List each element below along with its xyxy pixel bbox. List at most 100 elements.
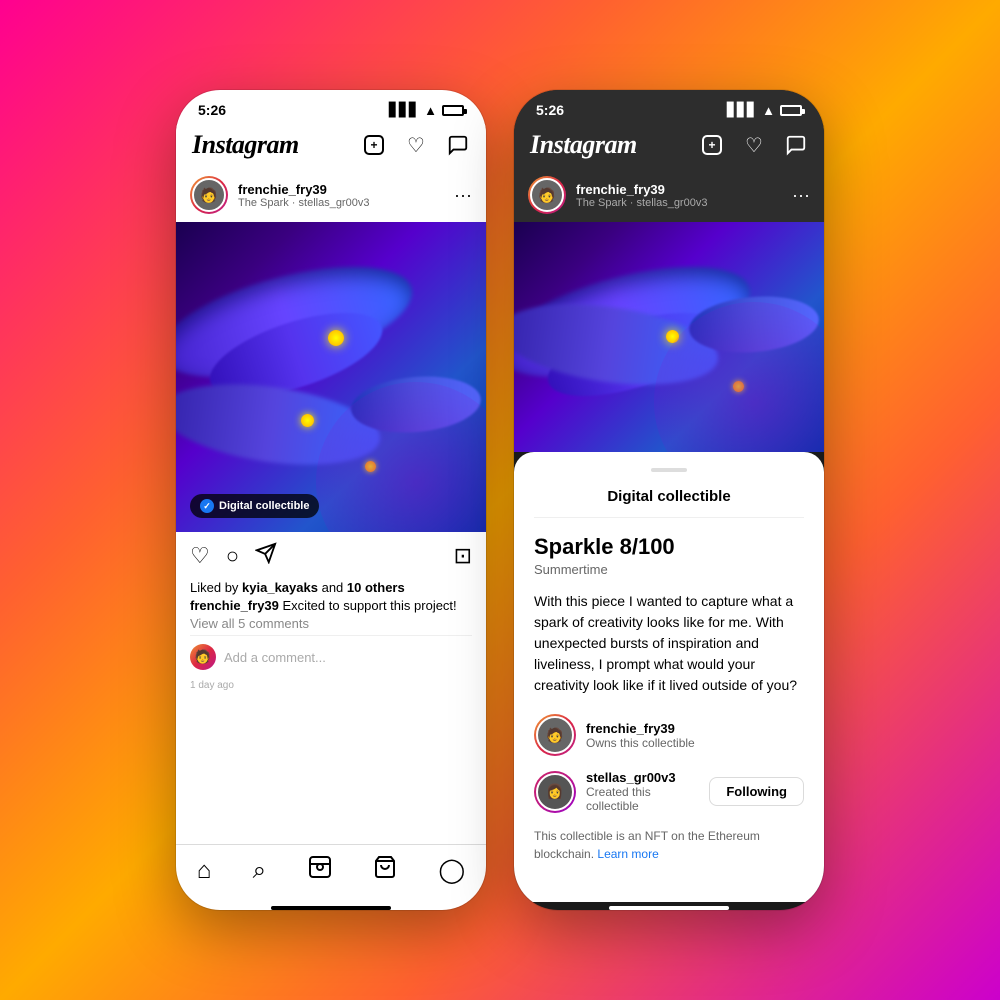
orb-1 [328, 330, 344, 346]
battery-icon-dark [780, 105, 802, 116]
post-user-info-dark: frenchie_fry39 The Spark · stellas_gr00v… [576, 182, 782, 209]
messenger-icon[interactable] [446, 133, 470, 157]
add-square-icon-dark: + [702, 135, 722, 155]
bookmark-icon[interactable]: ⊡ [454, 543, 472, 569]
wifi-icon-dark: ▲ [762, 103, 775, 118]
post-image-dark-clip [514, 222, 824, 452]
nft-owner-row: 🧑 frenchie_fry39 Owns this collectible [534, 714, 804, 756]
owner-username[interactable]: frenchie_fry39 [586, 721, 804, 736]
home-indicator-dark [609, 906, 729, 910]
nav-reels-icon[interactable] [308, 855, 332, 886]
notifications-icon-dark[interactable]: ♡ [742, 133, 766, 157]
timestamp: 1 day ago [176, 680, 486, 699]
instagram-logo-dark: Instagram [530, 130, 637, 160]
creator-info: stellas_gr00v3 Created this collectible [586, 770, 699, 813]
liked-by-label: Liked by [190, 580, 238, 595]
more-icon-dark[interactable]: ··· [792, 185, 810, 206]
post-avatar-dark[interactable]: 🧑 [528, 176, 566, 214]
image-shapes-dark [514, 222, 824, 452]
add-square-icon: + [364, 135, 384, 155]
owner-avatar-inner: 🧑 [536, 716, 574, 754]
messenger-icon-dark[interactable] [784, 133, 808, 157]
liked-by-user[interactable]: kyia_kayaks [242, 580, 318, 595]
creator-avatar[interactable]: 👩 [534, 771, 576, 813]
wifi-icon: ▲ [424, 103, 437, 118]
header-icons-dark: + ♡ [700, 133, 808, 157]
nav-search-icon[interactable]: ⌕ [253, 857, 266, 885]
add-post-icon-dark[interactable]: + [700, 133, 724, 157]
likes-line: Liked by kyia_kayaks and 10 others [190, 580, 472, 595]
signal-icon-dark: ▋▋▋ [727, 102, 757, 118]
status-icons-light: ▋▋▋ ▲ [389, 102, 464, 118]
owner-role: Owns this collectible [586, 736, 804, 750]
creator-role: Created this collectible [586, 785, 699, 813]
comment-input[interactable]: Add a comment... [224, 650, 472, 665]
nft-title: Sparkle 8/100 [534, 534, 804, 560]
nav-shop-icon[interactable] [373, 855, 397, 886]
notifications-icon[interactable]: ♡ [404, 133, 428, 157]
post-avatar[interactable]: 🧑 [190, 176, 228, 214]
time-dark: 5:26 [536, 102, 564, 118]
sheet-title: Digital collectible [534, 488, 804, 518]
post-image-dark [514, 222, 824, 452]
nav-home-icon[interactable]: ⌂ [197, 857, 212, 885]
battery-icon [442, 105, 464, 116]
badge-check-icon: ✓ [200, 499, 214, 513]
comment-avatar: 🧑 [190, 644, 216, 670]
post-header-dark: 🧑 frenchie_fry39 The Spark · stellas_gr0… [514, 168, 824, 222]
liked-by-connector: and [322, 580, 347, 595]
nft-footer: This collectible is an NFT on the Ethere… [534, 827, 804, 863]
view-comments-link[interactable]: View all 5 comments [190, 616, 472, 631]
caption-username[interactable]: frenchie_fry39 [190, 598, 279, 613]
phones-container: 5:26 ▋▋▋ ▲ Instagram + ♡ [176, 90, 824, 910]
post-subtitle-light: The Spark · stellas_gr00v3 [238, 197, 444, 209]
owner-avatar[interactable]: 🧑 [534, 714, 576, 756]
header-icons-light: + ♡ [362, 133, 470, 157]
post-info-light: Liked by kyia_kayaks and 10 others frenc… [176, 580, 486, 680]
avatar-inner-dark: 🧑 [530, 178, 564, 212]
liked-by-others[interactable]: 10 others [347, 580, 405, 595]
status-icons-dark: ▋▋▋ ▲ [727, 102, 802, 118]
time-light: 5:26 [198, 102, 226, 118]
creator-avatar-inner: 👩 [536, 773, 574, 811]
post-header-light: 🧑 frenchie_fry39 The Spark · stellas_gr0… [176, 168, 486, 222]
app-header-light: Instagram + ♡ [176, 124, 486, 168]
status-bar-light: 5:26 ▋▋▋ ▲ [176, 90, 486, 124]
digital-collectible-badge[interactable]: ✓ Digital collectible [190, 494, 319, 518]
more-icon-light[interactable]: ··· [454, 185, 472, 206]
badge-label: Digital collectible [219, 500, 309, 512]
like-icon[interactable]: ♡ [190, 543, 210, 569]
add-comment-row: 🧑 Add a comment... [190, 635, 472, 674]
comment-icon[interactable]: ○ [226, 543, 239, 569]
nft-creator-row: 👩 stellas_gr00v3 Created this collectibl… [534, 770, 804, 813]
status-bar-dark: 5:26 ▋▋▋ ▲ [514, 90, 824, 124]
sheet-handle [651, 468, 687, 472]
share-icon[interactable] [255, 542, 277, 570]
add-post-icon[interactable]: + [362, 133, 386, 157]
owner-info: frenchie_fry39 Owns this collectible [586, 721, 804, 750]
nft-description: With this piece I wanted to capture what… [534, 591, 804, 696]
post-username-dark[interactable]: frenchie_fry39 [576, 182, 782, 197]
following-button[interactable]: Following [709, 777, 804, 806]
post-image-light: ✓ Digital collectible [176, 222, 486, 532]
image-shapes [176, 222, 486, 532]
action-bar-light: ♡ ○ ⊡ [176, 532, 486, 580]
learn-more-link[interactable]: Learn more [597, 847, 658, 861]
bottom-sheet: Digital collectible Sparkle 8/100 Summer… [514, 452, 824, 902]
caption-text: Excited to support this project! [283, 598, 457, 613]
nft-collection: Summertime [534, 562, 804, 577]
home-indicator-light [271, 906, 391, 910]
phone-dark: 5:26 ▋▋▋ ▲ Instagram + ♡ [514, 90, 824, 910]
post-user-info: frenchie_fry39 The Spark · stellas_gr00v… [238, 182, 444, 209]
app-header-dark: Instagram + ♡ [514, 124, 824, 168]
caption-line: frenchie_fry39 Excited to support this p… [190, 598, 472, 613]
phone-light: 5:26 ▋▋▋ ▲ Instagram + ♡ [176, 90, 486, 910]
instagram-logo-light: Instagram [192, 130, 299, 160]
post-username-light[interactable]: frenchie_fry39 [238, 182, 444, 197]
post-subtitle-dark: The Spark · stellas_gr00v3 [576, 197, 782, 209]
avatar-inner: 🧑 [192, 178, 226, 212]
orb-2 [301, 414, 314, 427]
creator-username[interactable]: stellas_gr00v3 [586, 770, 699, 785]
bottom-nav-light: ⌂ ⌕ ◯ [176, 844, 486, 902]
nav-profile-icon[interactable]: ◯ [438, 856, 465, 885]
